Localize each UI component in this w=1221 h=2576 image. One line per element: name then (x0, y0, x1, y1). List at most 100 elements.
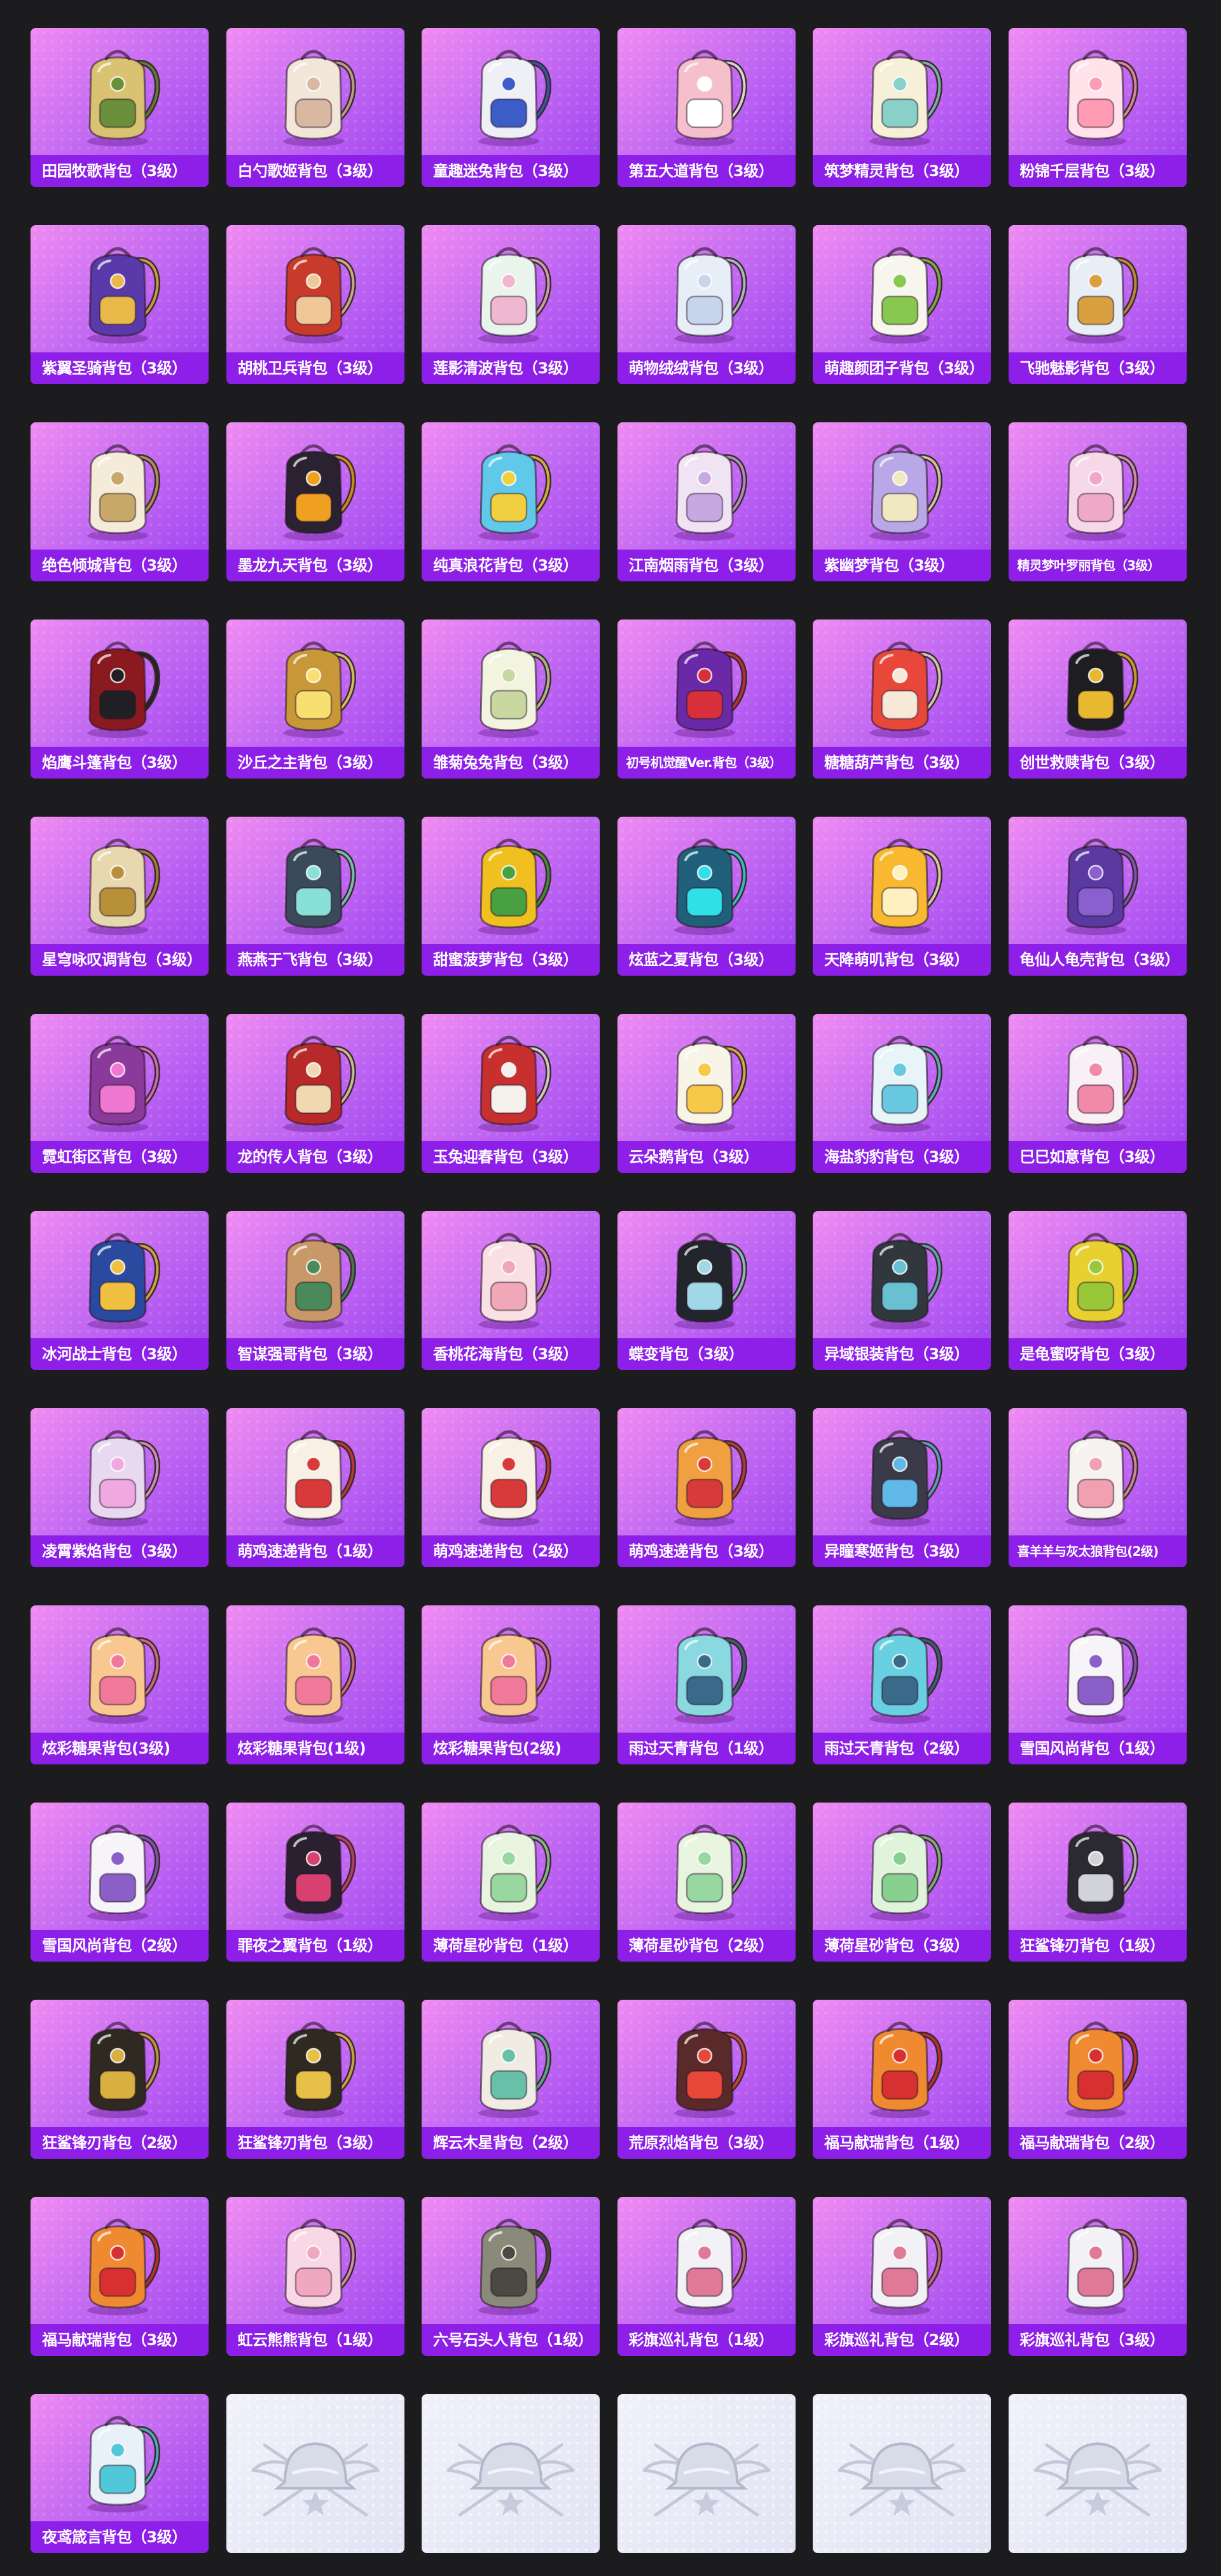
backpack-card[interactable]: 狂鲨锋刃背包（3级） (226, 2000, 404, 2159)
backpack-name: 焰鹰斗篷背包（3级） (31, 747, 209, 779)
backpack-card[interactable]: 纯真浪花背包（3级） (422, 422, 600, 581)
backpack-card[interactable]: 莲影清波背包（3级） (422, 225, 600, 384)
backpack-card[interactable]: 紫幽梦背包（3级） (813, 422, 991, 581)
backpack-card[interactable]: 凌霄紫焰背包（3级） (31, 1408, 209, 1567)
backpack-card[interactable]: 薄荷星砂背包（1级） (422, 1803, 600, 1962)
backpack-card[interactable]: 炫彩糖果背包(1级) (226, 1605, 404, 1764)
backpack-card[interactable]: 萌物绒绒背包（3级） (617, 225, 796, 384)
backpack-card[interactable]: 雪国风尚背包（2级） (31, 1803, 209, 1962)
empty-slot[interactable] (422, 2394, 600, 2553)
backpack-card[interactable]: 紫翼圣骑背包（3级） (31, 225, 209, 384)
empty-slot[interactable] (617, 2394, 796, 2553)
backpack-card[interactable]: 夜鸢箴言背包（3级） (31, 2394, 209, 2553)
backpack-name: 筑梦精灵背包（3级） (813, 155, 991, 187)
backpack-card[interactable]: 六号石头人背包（1级） (422, 2197, 600, 2356)
backpack-card[interactable]: 飞驰魅影背包（3级） (1008, 225, 1187, 384)
backpack-name: 萌趣颜团子背包（3级） (813, 352, 991, 384)
backpack-card[interactable]: 玉兔迎春背包（3级） (422, 1014, 600, 1173)
backpack-card[interactable]: 炫蓝之夏背包（3级） (617, 817, 796, 976)
backpack-name: 云朵鹅背包（3级） (617, 1141, 796, 1173)
backpack-card[interactable]: 雨过天青背包（2级） (813, 1605, 991, 1764)
backpack-card[interactable]: 喜羊羊与灰太狼背包(2级) (1008, 1408, 1187, 1567)
backpack-card[interactable]: 墨龙九天背包（3级） (226, 422, 404, 581)
backpack-card[interactable]: 冰河战士背包（3级） (31, 1211, 209, 1370)
backpack-card[interactable]: 狂鲨锋刃背包（2级） (31, 2000, 209, 2159)
backpack-card[interactable]: 雏菊兔兔背包（3级） (422, 620, 600, 779)
backpack-name: 荒原烈焰背包（3级） (617, 2127, 796, 2159)
backpack-card[interactable]: 雪国风尚背包（1级） (1008, 1605, 1187, 1764)
backpack-name: 彩旗巡礼背包（3级） (1008, 2324, 1187, 2356)
backpack-card[interactable]: 海盐豹豹背包（3级） (813, 1014, 991, 1173)
backpack-name: 狂鲨锋刃背包（1级） (1008, 1930, 1187, 1962)
backpack-card[interactable]: 筑梦精灵背包（3级） (813, 28, 991, 187)
backpack-card[interactable]: 粉锦千层背包（3级） (1008, 28, 1187, 187)
backpack-card[interactable]: 福马献瑞背包（3级） (31, 2197, 209, 2356)
backpack-card[interactable]: 萌鸡速递背包（3级） (617, 1408, 796, 1567)
backpack-name: 雪国风尚背包（2级） (31, 1930, 209, 1962)
backpack-card[interactable]: 福马献瑞背包（1级） (813, 2000, 991, 2159)
backpack-card[interactable]: 霓虹街区背包（3级） (31, 1014, 209, 1173)
backpack-card[interactable]: 彩旗巡礼背包（1级） (617, 2197, 796, 2356)
backpack-card[interactable]: 天降萌叽背包（3级） (813, 817, 991, 976)
backpack-card[interactable]: 星穹咏叹调背包（3级） (31, 817, 209, 976)
backpack-card[interactable]: 炫彩糖果背包(3级) (31, 1605, 209, 1764)
backpack-card[interactable]: 初号机觉醒Ver.背包（3级） (617, 620, 796, 779)
backpack-card[interactable]: 炫彩糖果背包(2级) (422, 1605, 600, 1764)
backpack-card[interactable]: 福马献瑞背包（2级） (1008, 2000, 1187, 2159)
backpack-card[interactable]: 萌鸡速递背包（1级） (226, 1408, 404, 1567)
backpack-card[interactable]: 是龟蜜呀背包（3级） (1008, 1211, 1187, 1370)
empty-slot[interactable] (226, 2394, 404, 2553)
backpack-card[interactable]: 蝶变背包（3级） (617, 1211, 796, 1370)
backpack-card[interactable]: 罪夜之翼背包（1级） (226, 1803, 404, 1962)
backpack-card[interactable]: 异瞳寒姬背包（3级） (813, 1408, 991, 1567)
backpack-card[interactable]: 胡桃卫兵背包（3级） (226, 225, 404, 384)
backpack-card[interactable]: 龙的传人背包（3级） (226, 1014, 404, 1173)
backpack-name: 创世救赎背包（3级） (1008, 747, 1187, 779)
backpack-card[interactable]: 巳巳如意背包（3级） (1008, 1014, 1187, 1173)
backpack-card[interactable]: 沙丘之主背包（3级） (226, 620, 404, 779)
backpack-name: 燕燕于飞背包（3级） (226, 944, 404, 976)
backpack-card[interactable]: 萌鸡速递背包（2级） (422, 1408, 600, 1567)
backpack-name: 龙的传人背包（3级） (226, 1141, 404, 1173)
backpack-card[interactable]: 绝色倾城背包（3级） (31, 422, 209, 581)
backpack-card[interactable]: 智谋强哥背包（3级） (226, 1211, 404, 1370)
backpack-name: 玉兔迎春背包（3级） (422, 1141, 600, 1173)
backpack-name: 炫彩糖果背包(1级) (226, 1733, 404, 1764)
backpack-card[interactable]: 薄荷星砂背包（2级） (617, 1803, 796, 1962)
backpack-card[interactable]: 荒原烈焰背包（3级） (617, 2000, 796, 2159)
backpack-card[interactable]: 江南烟雨背包（3级） (617, 422, 796, 581)
backpack-card[interactable]: 燕燕于飞背包（3级） (226, 817, 404, 976)
backpack-card[interactable]: 彩旗巡礼背包（2级） (813, 2197, 991, 2356)
backpack-card[interactable]: 创世救赎背包（3级） (1008, 620, 1187, 779)
backpack-name: 萌鸡速递背包（3级） (617, 1535, 796, 1567)
backpack-card[interactable]: 童趣迷兔背包（3级） (422, 28, 600, 187)
backpack-card[interactable]: 白勺歌姬背包（3级） (226, 28, 404, 187)
backpack-name: 莲影清波背包（3级） (422, 352, 600, 384)
backpack-card[interactable]: 焰鹰斗篷背包（3级） (31, 620, 209, 779)
backpack-card[interactable]: 异域银装背包（3级） (813, 1211, 991, 1370)
backpack-name: 狂鲨锋刃背包（3级） (226, 2127, 404, 2159)
backpack-card[interactable]: 田园牧歌背包（3级） (31, 28, 209, 187)
backpack-card[interactable]: 龟仙人龟壳背包（3级） (1008, 817, 1187, 976)
backpack-name: 异瞳寒姬背包（3级） (813, 1535, 991, 1567)
backpack-name: 雪国风尚背包（1级） (1008, 1733, 1187, 1764)
backpack-card[interactable]: 彩旗巡礼背包（3级） (1008, 2197, 1187, 2356)
backpack-card[interactable]: 糖糖葫芦背包（3级） (813, 620, 991, 779)
backpack-card[interactable]: 薄荷星砂背包（3级） (813, 1803, 991, 1962)
empty-slot[interactable] (1008, 2394, 1187, 2553)
backpack-name: 童趣迷兔背包（3级） (422, 155, 600, 187)
empty-slot[interactable] (813, 2394, 991, 2553)
backpack-card[interactable]: 辉云木星背包（2级） (422, 2000, 600, 2159)
backpack-card[interactable]: 香桃花海背包（3级） (422, 1211, 600, 1370)
backpack-card[interactable]: 虹云熊熊背包（1级） (226, 2197, 404, 2356)
backpack-card[interactable]: 狂鲨锋刃背包（1级） (1008, 1803, 1187, 1962)
backpack-card[interactable]: 云朵鹅背包（3级） (617, 1014, 796, 1173)
backpack-name: 胡桃卫兵背包（3级） (226, 352, 404, 384)
backpack-name: 星穹咏叹调背包（3级） (31, 944, 209, 976)
backpack-card[interactable]: 甜蜜菠萝背包（3级） (422, 817, 600, 976)
backpack-card[interactable]: 第五大道背包（3级） (617, 28, 796, 187)
backpack-card[interactable]: 精灵梦叶罗丽背包（3级） (1008, 422, 1187, 581)
backpack-name: 蝶变背包（3级） (617, 1338, 796, 1370)
backpack-card[interactable]: 萌趣颜团子背包（3级） (813, 225, 991, 384)
backpack-card[interactable]: 雨过天青背包（1级） (617, 1605, 796, 1764)
